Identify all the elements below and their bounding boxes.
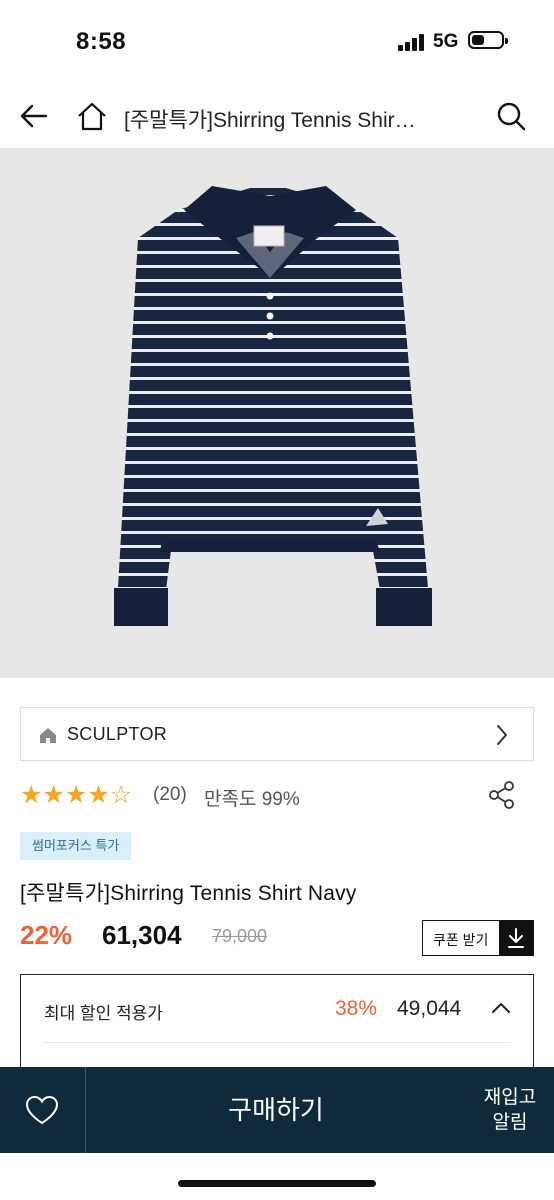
discount-rate: 22% <box>20 920 73 950</box>
signal-icon <box>398 33 428 51</box>
brand-name: SCULPTOR <box>67 724 168 744</box>
rating-stars[interactable]: ★★★★☆ <box>20 780 132 810</box>
wishlist-button[interactable] <box>0 1067 86 1153</box>
striped-shirt-image <box>114 186 432 626</box>
promo-badge: 썸머포커스 특가 <box>20 832 132 860</box>
star-empty-icon: ☆ <box>109 781 133 809</box>
download-icon <box>499 921 533 955</box>
price-row: 22% 61,304 79,000 쿠폰 받기 <box>20 916 534 956</box>
original-price: 79,000 <box>212 926 268 946</box>
max-discount-price: 49,044 <box>397 997 462 1020</box>
star-full-icon: ★ <box>20 781 43 809</box>
status-time: 8:58 <box>76 28 127 55</box>
app-header: [주말특가]Shirring Tennis Shir… <box>0 84 554 148</box>
home-indicator <box>178 1180 376 1187</box>
bottom-action-bar: 구매하기 재입고알림 <box>0 1067 554 1153</box>
product-title: [주말특가]Shirring Tennis Shirt Navy <box>20 882 357 905</box>
max-discount-percent: 38% <box>335 997 378 1020</box>
divider <box>43 1042 511 1043</box>
share-icon[interactable] <box>488 780 516 810</box>
heart-icon <box>25 1095 59 1125</box>
chevron-right-icon <box>495 723 509 747</box>
buy-label: 구매하기 <box>228 1095 324 1125</box>
rating-row: ★★★★☆ (20) 만족도 99% <box>20 780 534 810</box>
buy-button[interactable]: 구매하기 <box>86 1067 466 1153</box>
page-title: [주말특가]Shirring Tennis Shir… <box>124 109 416 132</box>
restock-label: 재입고알림 <box>466 1085 554 1135</box>
star-full-icon: ★ <box>87 781 110 809</box>
search-icon[interactable] <box>493 98 529 134</box>
brand-link[interactable]: SCULPTOR <box>20 707 534 761</box>
coupon-button[interactable]: 쿠폰 받기 <box>422 920 534 956</box>
restock-line1: 재입고 <box>483 1087 537 1108</box>
satisfaction-rate: 만족도 99% <box>204 789 300 810</box>
restock-line2: 알림 <box>492 1112 528 1133</box>
back-arrow-icon[interactable] <box>16 98 52 134</box>
brand-home-icon <box>39 726 57 744</box>
battery-icon <box>468 31 508 49</box>
review-count[interactable]: (20) <box>153 784 187 806</box>
home-icon[interactable] <box>74 98 110 134</box>
sale-price: 61,304 <box>102 920 182 950</box>
status-bar: 8:58 5G <box>0 0 554 84</box>
star-full-icon: ★ <box>42 781 65 809</box>
coupon-label: 쿠폰 받기 <box>433 932 489 948</box>
chevron-up-icon[interactable] <box>491 1001 511 1015</box>
network-label: 5G <box>433 31 459 52</box>
product-image[interactable] <box>0 148 554 678</box>
star-full-icon: ★ <box>64 781 88 809</box>
restock-alert-button[interactable]: 재입고알림 <box>466 1067 554 1153</box>
max-discount-label: 최대 할인 적용가 <box>44 1004 163 1023</box>
